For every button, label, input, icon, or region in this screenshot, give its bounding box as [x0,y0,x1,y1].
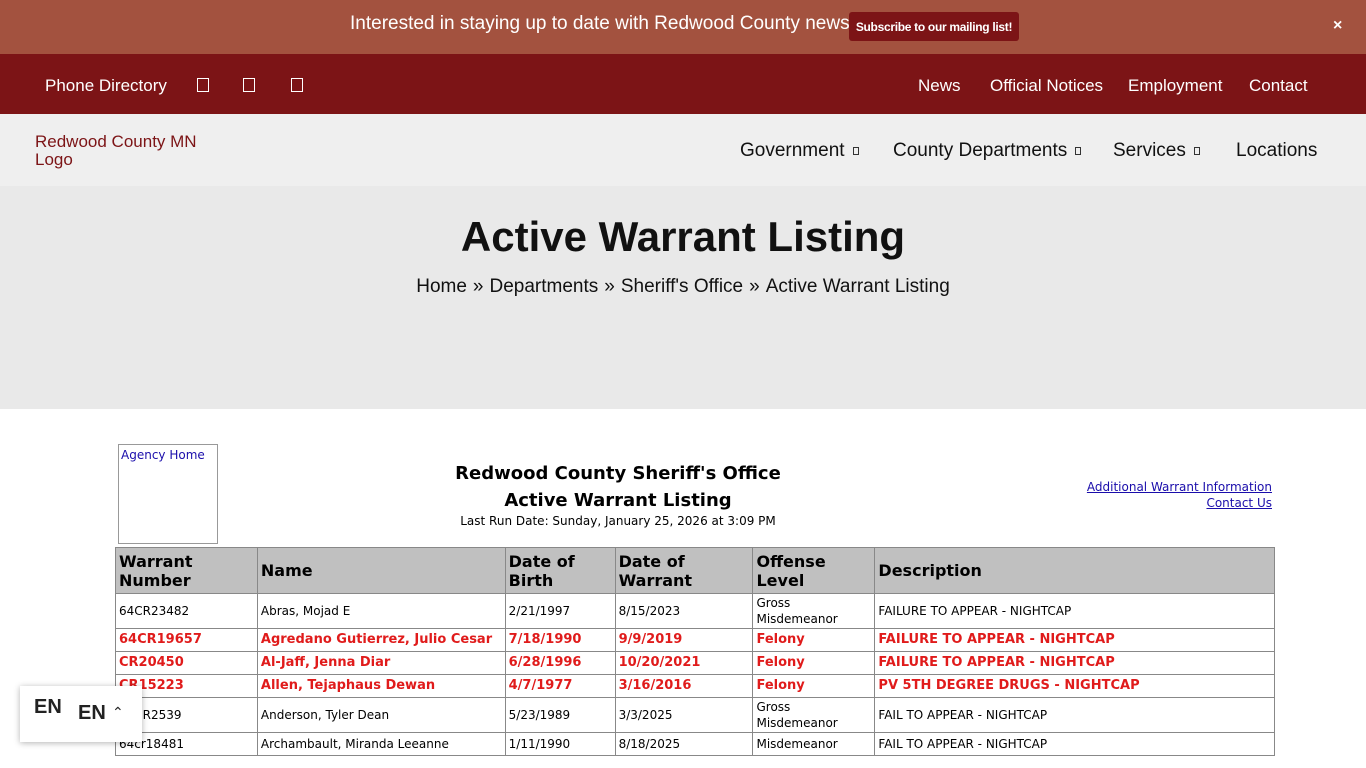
warrant-date-cell: 9/9/2019 [614,628,754,652]
dob-cell: 2/21/1997 [504,593,616,629]
nav-services-label: Services [1113,140,1186,161]
warrant-number-cell: 64CR19657 [115,628,258,652]
name-cell: Archambault, Miranda Leeanne [256,732,506,756]
employment-link[interactable]: Employment [1128,76,1222,96]
warrant-number-cell: CR20450 [115,651,258,675]
nav-locations[interactable]: Locations [1236,140,1317,162]
news-link[interactable]: News [918,76,961,96]
table-row: 64cr18481 Archambault, Miranda Leeanne 1/1… [115,732,1275,756]
column-header: Offense Level [752,547,876,594]
subscribe-button[interactable]: Subscribe to our mailing list! [849,12,1019,41]
page-hero: Active Warrant Listing Home» Departments»… [0,186,1366,409]
dob-cell: 4/7/1977 [504,674,616,698]
offense-level-cell: Felony [752,628,876,652]
listing-title: Active Warrant Listing [504,490,732,511]
description-cell: FAILURE TO APPEAR - NIGHTCAP [874,593,1275,629]
additional-warrant-info-link[interactable]: Additional Warrant Information [1000,479,1272,495]
description-cell: FAILURE TO APPEAR - NIGHTCAP [874,651,1275,675]
name-cell: Abras, Mojad E [256,593,506,629]
name-cell: Al-Jaff, Jenna Diar [256,651,506,675]
language-switcher[interactable]: EN EN ⌃ [20,686,142,742]
warrant-date-cell: 3/3/2025 [614,697,754,733]
official-notices-link[interactable]: Official Notices [990,76,1103,96]
warrant-date-cell: 8/18/2025 [614,732,754,756]
breadcrumb-home[interactable]: Home [416,276,467,297]
dob-cell: 6/28/1996 [504,651,616,675]
table-row: 64CR19657 Agredano Gutierrez, Julio Cesar… [115,628,1275,652]
office-name: Redwood County Sheriff's Office [455,463,781,484]
nav-county-departments-label: County Departments [893,140,1068,161]
description-cell: FAIL TO APPEAR - NIGHTCAP [874,732,1275,756]
warrant-date-cell: 10/20/2021 [614,651,754,675]
contact-link[interactable]: Contact [1249,76,1308,96]
warrant-table: Warrant Number Name Date of Birth Date o… [115,547,1275,756]
chevron-down-icon [852,146,859,155]
language-code: EN [78,702,106,724]
breadcrumb-departments[interactable]: Departments [489,276,598,297]
offense-level-cell: Gross Misdemeanor [752,593,876,629]
warrant-date-cell: 3/16/2016 [614,674,754,698]
column-header: Date of Warrant [614,547,754,594]
offense-level-cell: Gross Misdemeanor [752,697,876,733]
column-header: Description [874,547,1275,594]
table-row: CR15223 Allen, Tejaphaus Dewan 4/7/1977 3/1… [115,674,1275,698]
chevron-up-icon: ⌃ [112,704,124,720]
name-cell: Allen, Tejaphaus Dewan [256,674,506,698]
nav-services[interactable]: Services [1113,140,1200,162]
utility-bar: Phone Directory News Official Notices Em… [0,54,1366,114]
column-header: Date of Birth [504,547,616,594]
dob-cell: 7/18/1990 [504,628,616,652]
site-logo[interactable]: Redwood County MN Logo [35,133,235,169]
breadcrumb-separator: » [604,276,615,297]
breadcrumb-current: Active Warrant Listing [765,276,950,297]
dob-cell: 5/23/1989 [504,697,616,733]
facebook-icon[interactable] [197,78,209,92]
announcement-text: Interested in staying up to date with Re… [350,13,861,34]
dob-cell: 1/11/1990 [504,732,616,756]
breadcrumb-separator: » [472,276,484,297]
chevron-down-icon [1075,146,1082,155]
twitter-icon[interactable] [243,78,255,92]
description-cell: PV 5TH DEGREE DRUGS - NIGHTCAP [874,674,1275,698]
nav-government[interactable]: Government [740,140,859,162]
nav-county-departments[interactable]: County Departments [893,140,1082,162]
breadcrumb: Home» Departments» Sheriff's Office» Active… [0,276,1366,298]
nav-government-label: Government [740,140,845,161]
breadcrumb-separator: » [749,276,760,297]
offense-level-cell: Felony [752,651,876,675]
table-header-row: Warrant Number Name Date of Birth Date o… [115,547,1275,594]
contact-us-link[interactable]: Contact Us [1000,495,1272,511]
listing-heading: Redwood County Sheriff's Office Active W… [418,460,818,514]
table-row: CR20450 Al-Jaff, Jenna Diar 6/28/1996 10/20… [115,651,1275,675]
offense-level-cell: Misdemeanor [752,732,876,756]
description-cell: FAIL TO APPEAR - NIGHTCAP [874,697,1275,733]
column-header: Name [256,547,506,594]
offense-level-cell: Felony [752,674,876,698]
announcement-bar: Interested in staying up to date with Re… [0,0,1366,54]
language-flag-icon: EN [34,696,62,718]
last-run-date: Last Run Date: Sunday, January 25, 2026 … [460,514,776,528]
warrant-rows: 64CR23482 Abras, Mojad E 2/21/1997 8/15/202… [115,593,1275,756]
close-icon[interactable]: × [1333,17,1342,35]
table-row: 64CR2539 Anderson, Tyler Dean 5/23/1989 3/3… [115,697,1275,733]
breadcrumb-sheriffs-office[interactable]: Sheriff's Office [621,276,743,297]
page-title: Active Warrant Listing [460,213,906,260]
name-cell: Anderson, Tyler Dean [256,697,506,733]
listing-links: Additional Warrant Information Contact U… [1000,479,1272,511]
chevron-down-icon [1193,146,1200,155]
description-cell: FAILURE TO APPEAR - NIGHTCAP [874,628,1275,652]
warrant-number-cell: 64CR23482 [115,593,258,629]
youtube-icon[interactable] [291,78,303,92]
table-row: 64CR23482 Abras, Mojad E 2/21/1997 8/15/202… [115,593,1275,629]
agency-home-image[interactable]: Agency Home [118,444,218,544]
site-header: Redwood County MN Logo Government County… [0,114,1366,186]
phone-directory-link[interactable]: Phone Directory [45,76,167,96]
warrant-date-cell: 8/15/2023 [614,593,754,629]
column-header: Warrant Number [115,547,258,594]
name-cell: Agredano Gutierrez, Julio Cesar [256,628,506,652]
